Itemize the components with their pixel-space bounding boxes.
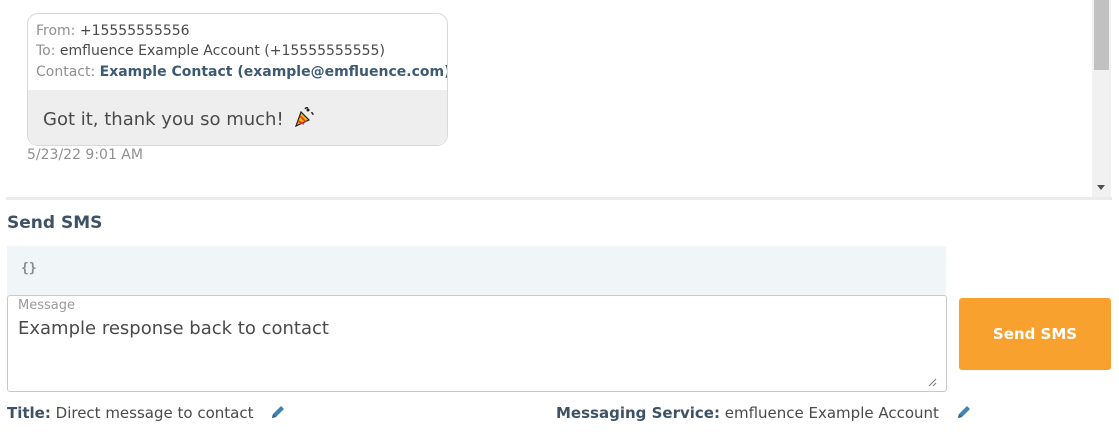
thread-scrollbar[interactable]: [1092, 0, 1111, 197]
message-body: Got it, thank you so much!: [43, 106, 315, 133]
message-textarea[interactable]: Message Example response back to contact: [7, 295, 947, 392]
message-text: Got it, thank you so much!: [43, 109, 284, 130]
message-field-label: Message: [18, 298, 75, 313]
scroll-down-arrow-icon[interactable]: [1097, 185, 1105, 190]
service-value: emfluence Example Account: [724, 404, 939, 422]
contact-link[interactable]: Example Contact (example@emfluence.com): [100, 64, 447, 80]
title-value: Direct message to contact: [55, 404, 254, 422]
message-thread: From: +15555555556 To: emfluence Example…: [0, 0, 1112, 197]
edit-title-pencil-icon[interactable]: [270, 404, 286, 424]
message-field-value[interactable]: Example response back to contact: [18, 318, 329, 339]
composer-toolbar: {}: [7, 246, 946, 295]
message-card: From: +15555555556 To: emfluence Example…: [27, 13, 448, 146]
edit-service-pencil-icon[interactable]: [956, 404, 972, 424]
message-from: From: +15555555556: [36, 23, 190, 39]
section-divider: [6, 197, 1112, 200]
party-popper-icon: [293, 106, 315, 133]
to-label: To:: [36, 43, 56, 59]
from-label: From:: [36, 23, 76, 39]
merge-tag-button[interactable]: {}: [21, 261, 37, 276]
message-timestamp: 5/23/22 9:01 AM: [27, 147, 143, 163]
resize-handle-icon[interactable]: [927, 377, 937, 387]
from-value: +15555555556: [79, 23, 190, 39]
message-bubble: Got it, thank you so much!: [28, 90, 447, 145]
messaging-service-field: Messaging Service: emfluence Example Acc…: [556, 404, 972, 424]
to-value: emfluence Example Account (+15555555555): [59, 43, 385, 59]
title-label: Title:: [7, 404, 51, 422]
send-sms-heading: Send SMS: [7, 213, 103, 233]
send-sms-button[interactable]: Send SMS: [959, 298, 1111, 370]
title-field: Title: Direct message to contact: [7, 404, 286, 424]
scrollbar-thumb[interactable]: [1094, 0, 1109, 70]
message-to: To: emfluence Example Account (+15555555…: [36, 43, 385, 59]
message-contact: Contact: Example Contact (example@emflue…: [36, 63, 447, 81]
service-label: Messaging Service:: [556, 404, 720, 422]
contact-label: Contact:: [36, 64, 96, 80]
